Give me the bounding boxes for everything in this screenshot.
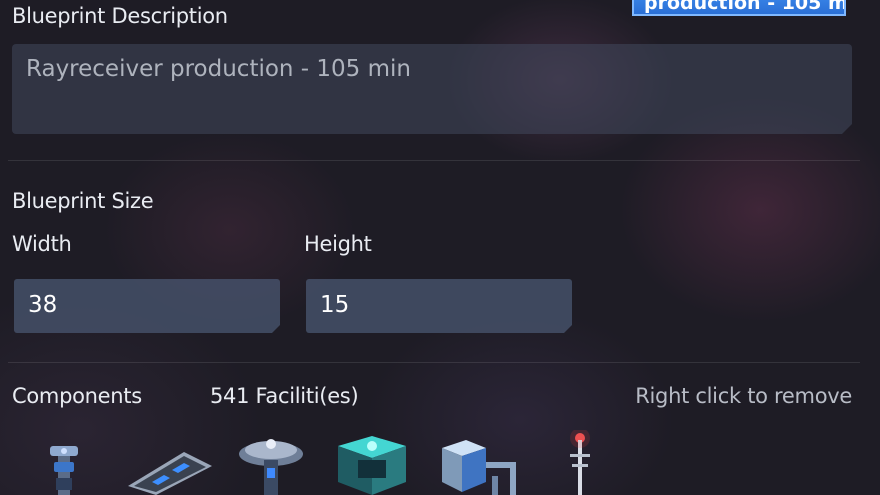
height-label: Height [304,232,372,256]
smelter-icon[interactable] [436,436,522,495]
width-value[interactable]: 38 [28,292,57,318]
wireless-tower-icon[interactable] [562,430,598,495]
height-value[interactable]: 15 [320,292,349,318]
description-label: Blueprint Description [12,4,228,28]
width-input[interactable]: 38 [14,279,280,333]
conveyor-belt-icon[interactable] [124,446,216,495]
width-label: Width [12,232,72,256]
assembler-icon[interactable] [332,432,410,495]
description-textarea[interactable]: Rayreceiver production - 105 min [12,44,852,134]
sorter-icon[interactable] [44,440,84,495]
height-input[interactable]: 15 [306,279,572,333]
tesla-tower-icon[interactable] [236,432,306,495]
section-divider [8,160,860,161]
components-count: 541 Faciliti(es) [210,384,359,408]
blueprint-size-label: Blueprint Size [12,189,154,213]
components-label: Components [12,384,142,408]
section-divider [8,362,860,363]
remove-hint: Right click to remove [635,384,852,408]
description-value[interactable]: Rayreceiver production - 105 min [26,56,411,82]
blueprint-title-button[interactable]: production - 105 min [632,0,846,16]
